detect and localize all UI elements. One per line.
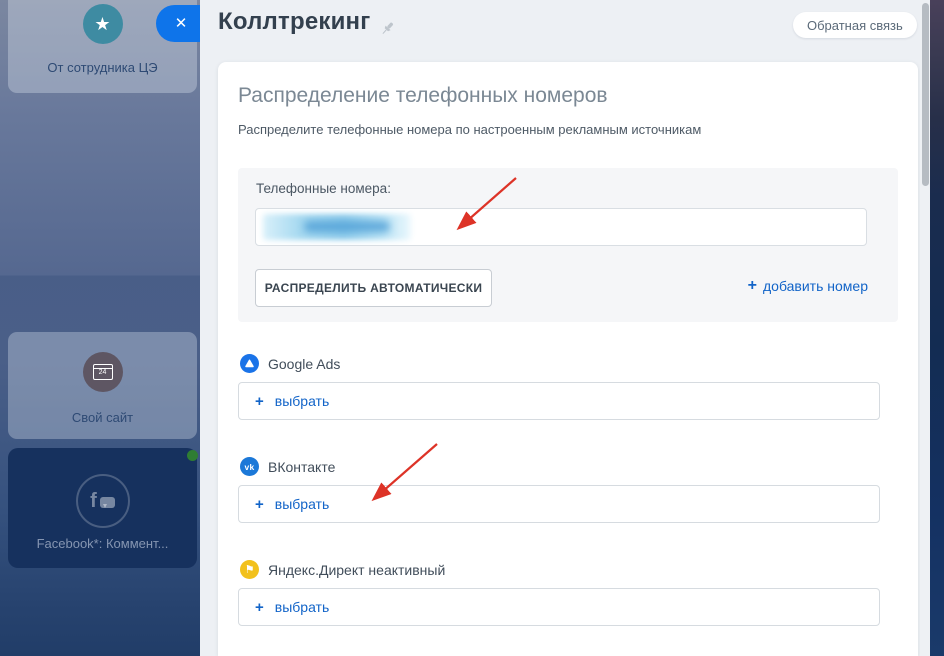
phone-numbers-label: Телефонные номера:: [256, 181, 391, 196]
source-row-yandex-direct: ⚑ Яндекс.Директ неактивный: [240, 560, 445, 579]
content-card: Распределение телефонных номеров Распред…: [218, 62, 918, 656]
plus-icon: +: [255, 497, 264, 512]
integration-card-facebook-comments[interactable]: f Facebook*: Коммент...: [8, 448, 197, 568]
close-panel-button[interactable]: ✕: [156, 5, 200, 42]
source-row-google-ads: Google Ads: [240, 354, 340, 373]
distribute-automatically-button[interactable]: РАСПРЕДЕЛИТЬ АВТОМАТИЧЕСКИ: [255, 269, 492, 307]
select-label: выбрать: [275, 599, 330, 615]
website-icon: [83, 352, 123, 392]
page-title-text: Коллтрекинг: [218, 8, 370, 36]
source-name: ВКонтакте: [268, 459, 335, 475]
facebook-f-glyph: f: [90, 491, 97, 511]
close-icon: ✕: [175, 15, 188, 32]
select-label: выбрать: [275, 496, 330, 512]
calltracking-screen: ★ От сотрудника ЦЭ Свой сайт f Facebook*…: [0, 0, 944, 656]
source-name: Яндекс.Директ неактивный: [268, 562, 445, 578]
blurred-phone-number-text: [304, 221, 390, 232]
source-name: Google Ads: [268, 356, 340, 372]
phone-numbers-input[interactable]: [255, 208, 867, 246]
plus-icon: +: [255, 600, 264, 615]
pin-icon[interactable]: [379, 16, 396, 33]
plus-icon: +: [255, 394, 264, 409]
integration-card-label: От сотрудника ЦЭ: [8, 60, 197, 75]
section-title: Распределение телефонных номеров: [238, 84, 608, 108]
facebook-comment-icon: f: [76, 474, 130, 528]
active-status-badge: [187, 450, 198, 461]
select-label: выбрать: [275, 393, 330, 409]
yandex-direct-icon: ⚑: [240, 560, 259, 579]
background-page-edge: [930, 0, 944, 656]
integration-card-label: Facebook*: Коммент...: [8, 536, 197, 551]
select-numbers-vk[interactable]: + выбрать: [238, 485, 880, 523]
integration-card-label: Свой сайт: [8, 410, 197, 425]
star-glyph: ★: [94, 14, 110, 35]
add-number-label: добавить номер: [763, 278, 868, 294]
vk-icon: vk: [240, 457, 259, 476]
source-row-vkontakte: vk ВКонтакте: [240, 457, 335, 476]
select-numbers-google[interactable]: + выбрать: [238, 382, 880, 420]
google-ads-icon: [240, 354, 259, 373]
select-numbers-yandex[interactable]: + выбрать: [238, 588, 880, 626]
integration-card-own-site[interactable]: Свой сайт: [8, 332, 197, 439]
page-title: Коллтрекинг: [218, 8, 396, 36]
dimmed-background: ★ От сотрудника ЦЭ Свой сайт f Facebook*…: [0, 0, 200, 656]
plus-icon: +: [748, 278, 757, 294]
section-subtitle: Распределите телефонные номера по настро…: [238, 122, 701, 137]
browser-window-glyph: [93, 364, 113, 380]
feedback-button[interactable]: Обратная связь: [793, 12, 917, 38]
comment-bubble-glyph: [100, 497, 115, 508]
phone-numbers-block: Телефонные номера: РАСПРЕДЕЛИТЬ АВТОМАТИ…: [238, 168, 898, 322]
add-number-link[interactable]: + добавить номер: [748, 278, 868, 294]
star-icon: ★: [83, 4, 123, 44]
scrollbar-thumb[interactable]: [922, 3, 929, 186]
calltracking-panel: Коллтрекинг Обратная связь Распределение…: [200, 0, 930, 656]
